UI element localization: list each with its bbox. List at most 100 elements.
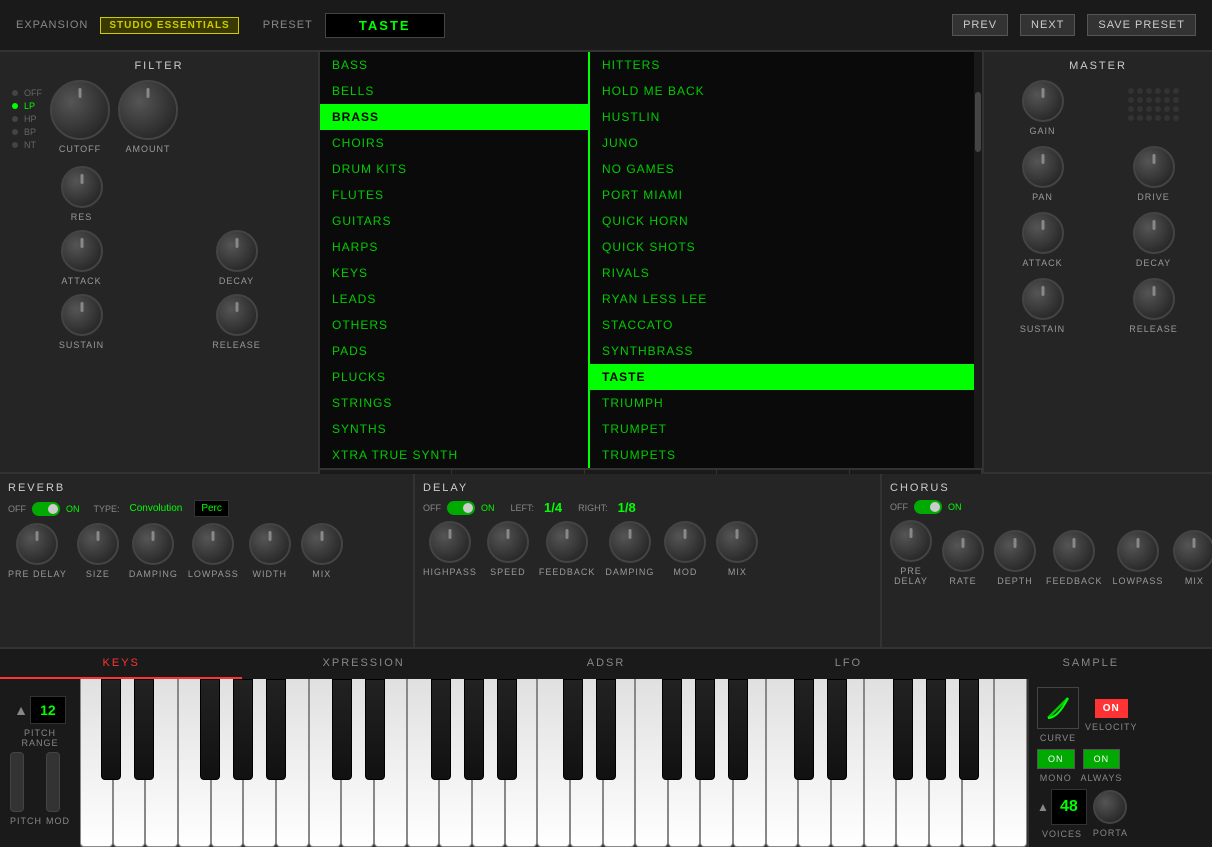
filter-mode-bp[interactable]: BP <box>12 127 42 137</box>
preset-item[interactable]: QUICK SHOTS <box>590 234 982 260</box>
filter-mode-nt[interactable]: NT <box>12 140 42 150</box>
preset-item[interactable]: TRUMPETS <box>590 442 982 468</box>
rev-mix-knob[interactable] <box>301 523 343 565</box>
cho-predelay-knob[interactable] <box>890 520 932 562</box>
category-item[interactable]: OTHERS <box>320 312 588 338</box>
preset-item[interactable]: HOLD ME BACK <box>590 78 982 104</box>
rev-predelay-knob[interactable] <box>16 523 58 565</box>
save-preset-button[interactable]: SAVE PRESET <box>1087 14 1196 36</box>
master-attack-knob[interactable] <box>1022 212 1064 254</box>
bottom-tab-lfo[interactable]: LFO <box>727 649 969 679</box>
preset-item[interactable]: TASTE <box>590 364 982 390</box>
filter-sustain-knob[interactable] <box>61 294 103 336</box>
reverb-preset-box[interactable]: Perc <box>194 500 229 517</box>
black-key[interactable] <box>233 679 253 780</box>
category-item[interactable]: LEADS <box>320 286 588 312</box>
cutoff-knob[interactable] <box>50 80 110 140</box>
black-key[interactable] <box>596 679 616 780</box>
master-decay-knob[interactable] <box>1133 212 1175 254</box>
black-key[interactable] <box>794 679 814 780</box>
keys-container[interactable] <box>80 679 1027 847</box>
preset-item[interactable]: TRUMPET <box>590 416 982 442</box>
bottom-tab-adsr[interactable]: ADSR <box>485 649 727 679</box>
category-item[interactable]: PLUCKS <box>320 364 588 390</box>
filter-mode-lp[interactable]: LP <box>12 101 42 111</box>
category-item[interactable]: DRUM KITS <box>320 156 588 182</box>
black-key[interactable] <box>431 679 451 780</box>
amount-knob[interactable] <box>118 80 178 140</box>
black-key[interactable] <box>464 679 484 780</box>
mono-button[interactable]: ON <box>1037 749 1075 769</box>
filter-mode-hp[interactable]: HP <box>12 114 42 124</box>
del-mod-knob[interactable] <box>664 521 706 563</box>
cho-mix-knob[interactable] <box>1173 530 1212 572</box>
black-key[interactable] <box>827 679 847 780</box>
preset-item[interactable]: HUSTLIN <box>590 104 982 130</box>
rev-lowpass-knob[interactable] <box>192 523 234 565</box>
black-key[interactable] <box>101 679 121 780</box>
pitch-stick[interactable] <box>10 752 24 812</box>
res-knob[interactable] <box>61 166 103 208</box>
category-item[interactable]: BELLS <box>320 78 588 104</box>
preset-item[interactable]: JUNO <box>590 130 982 156</box>
preset-value[interactable]: TASTE <box>325 13 445 38</box>
category-item[interactable]: STRINGS <box>320 390 588 416</box>
black-key[interactable] <box>365 679 385 780</box>
black-key[interactable] <box>266 679 286 780</box>
del-feedback-knob[interactable] <box>546 521 588 563</box>
bottom-tab-keys[interactable]: KEYS <box>0 649 242 679</box>
preset-scrollbar[interactable] <box>974 52 982 468</box>
preset-item[interactable]: HITTERS <box>590 52 982 78</box>
reverb-toggle[interactable] <box>32 502 60 516</box>
cho-rate-knob[interactable] <box>942 530 984 572</box>
velocity-button[interactable]: ON <box>1095 699 1128 718</box>
white-key[interactable] <box>994 679 1027 847</box>
black-key[interactable] <box>959 679 979 780</box>
black-key[interactable] <box>728 679 748 780</box>
category-item[interactable]: KEYS <box>320 260 588 286</box>
category-item[interactable]: CHOIRS <box>320 130 588 156</box>
black-key[interactable] <box>926 679 946 780</box>
black-key[interactable] <box>695 679 715 780</box>
category-item[interactable]: XTRA TRUE SYNTH <box>320 442 588 468</box>
master-drive-knob[interactable] <box>1133 146 1175 188</box>
porta-knob[interactable] <box>1093 790 1127 824</box>
delay-toggle[interactable] <box>447 501 475 515</box>
pitch-up-arrow[interactable]: ▲ <box>14 702 28 718</box>
category-item[interactable]: BRASS <box>320 104 588 130</box>
preset-item[interactable]: RIVALS <box>590 260 982 286</box>
master-gain-knob[interactable] <box>1022 80 1064 122</box>
mod-stick[interactable] <box>46 752 60 812</box>
preset-item[interactable]: TRIUMPH <box>590 390 982 416</box>
preset-item[interactable]: SYNTHBRASS <box>590 338 982 364</box>
filter-decay-knob[interactable] <box>216 230 258 272</box>
cho-lowpass-knob[interactable] <box>1117 530 1159 572</box>
preset-item[interactable]: QUICK HORN <box>590 208 982 234</box>
black-key[interactable] <box>497 679 517 780</box>
white-key[interactable] <box>864 679 897 847</box>
cho-feedback-knob[interactable] <box>1053 530 1095 572</box>
preset-item[interactable]: PORT MIAMI <box>590 182 982 208</box>
curve-button[interactable] <box>1037 687 1079 729</box>
category-item[interactable]: PADS <box>320 338 588 364</box>
del-mix-knob[interactable] <box>716 521 758 563</box>
del-highpass-knob[interactable] <box>429 521 471 563</box>
filter-release-knob[interactable] <box>216 294 258 336</box>
category-item[interactable]: FLUTES <box>320 182 588 208</box>
black-key[interactable] <box>563 679 583 780</box>
del-speed-knob[interactable] <box>487 521 529 563</box>
black-key[interactable] <box>893 679 913 780</box>
expansion-badge[interactable]: STUDIO ESSENTIALS <box>100 17 238 34</box>
preset-item[interactable]: NO GAMES <box>590 156 982 182</box>
black-key[interactable] <box>332 679 352 780</box>
voices-up-arrow[interactable]: ▲ <box>1037 800 1049 814</box>
chorus-toggle[interactable] <box>914 500 942 514</box>
preset-item[interactable]: STACCATO <box>590 312 982 338</box>
always-button[interactable]: ON <box>1083 749 1121 769</box>
preset-item[interactable]: RYAN LESS LEE <box>590 286 982 312</box>
filter-attack-knob[interactable] <box>61 230 103 272</box>
black-key[interactable] <box>134 679 154 780</box>
del-damping-knob[interactable] <box>609 521 651 563</box>
category-item[interactable]: BASS <box>320 52 588 78</box>
bottom-tab-xpression[interactable]: XPRESSION <box>242 649 484 679</box>
